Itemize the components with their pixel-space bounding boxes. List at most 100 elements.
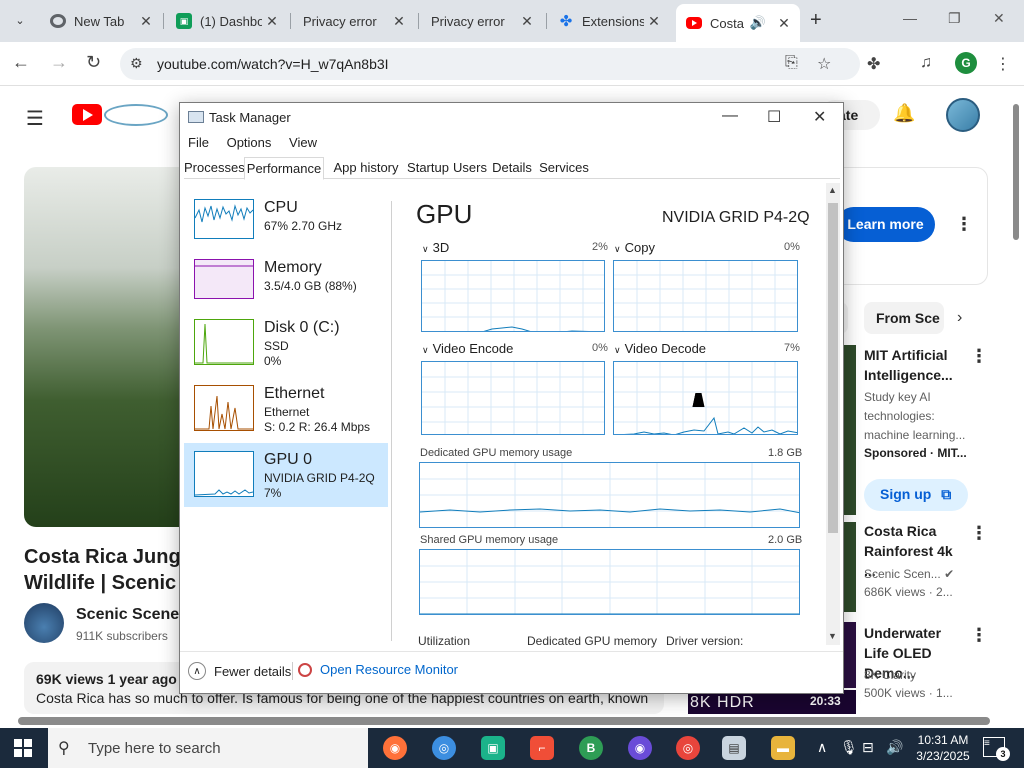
rec-title[interactable]: MIT Artificial Intelligence... — [864, 345, 968, 385]
rec-more-icon[interactable]: ⋮ — [970, 523, 988, 544]
browser-icon[interactable]: ◎ — [432, 736, 456, 760]
taskbar-search[interactable]: ⚲ Type here to search — [48, 728, 368, 768]
tab-details[interactable]: Details — [492, 157, 532, 179]
reload-icon[interactable]: ↻ — [86, 52, 101, 73]
bookmark-star-icon[interactable]: ☆ — [817, 54, 831, 74]
back-arrow-icon[interactable]: ← — [12, 52, 30, 73]
tab-extensions[interactable]: ✤ Extensions ✕ — [548, 6, 670, 36]
sidebar-item-ethernet[interactable]: Ethernet Ethernet S: 0.2 R: 26.4 Mbps — [184, 377, 388, 441]
scroll-down-icon[interactable]: ▼ — [828, 631, 837, 641]
menu-view[interactable]: View — [289, 135, 317, 150]
sign-up-button[interactable]: Sign up ⧉ — [864, 479, 968, 511]
speaker-icon[interactable]: 🔊 — [750, 15, 766, 31]
chrome-icon[interactable]: ◎ — [676, 736, 700, 760]
close-icon[interactable]: ✕ — [813, 107, 826, 127]
scroll-thumb[interactable] — [18, 717, 990, 725]
close-window-icon[interactable]: ✕ — [993, 10, 1005, 27]
engine-label-video-decode[interactable]: ∨ Video Decode — [614, 341, 706, 356]
rec-thumbnail[interactable] — [844, 345, 856, 515]
account-avatar[interactable] — [946, 98, 980, 132]
video-title: Costa Rica Jungle — [24, 546, 184, 568]
kebab-menu-icon[interactable]: ⋮ — [995, 54, 1011, 74]
file-explorer-icon[interactable]: ▬ — [771, 736, 795, 760]
install-app-icon[interactable]: ⎘ — [785, 54, 798, 72]
site-info-icon[interactable]: ⚙ — [130, 55, 143, 72]
task-manager-titlebar[interactable]: Task Manager — ☐ ✕ — [180, 103, 843, 131]
fewer-details-button[interactable]: ∧ Fewer details — [188, 662, 291, 680]
page-horizontal-scrollbar[interactable] — [0, 714, 1010, 728]
rec-thumbnail[interactable] — [844, 622, 856, 688]
close-icon[interactable]: ✕ — [644, 13, 664, 30]
chrome-beta-icon[interactable]: B — [579, 736, 603, 760]
tab-youtube-active[interactable]: Costa 🔊 ✕ — [676, 4, 800, 42]
sidebar-item-gpu[interactable]: GPU 0 NVIDIA GRID P4-2Q 7% — [184, 443, 388, 507]
tab-dashboard[interactable]: ▣ (1) Dashbo ✕ — [166, 6, 288, 36]
notification-center-icon[interactable]: ≡ 3 — [983, 737, 1010, 761]
engine-label-copy[interactable]: ∨ Copy — [614, 240, 655, 255]
panel-divider[interactable] — [391, 201, 392, 641]
learn-more-button[interactable]: Learn more — [836, 207, 935, 242]
tab-app-history[interactable]: App history — [326, 157, 406, 179]
maximize-icon[interactable]: ❐ — [948, 10, 961, 27]
scroll-up-icon[interactable]: ▲ — [828, 185, 837, 195]
system-clock[interactable]: 10:31 AM 3/23/2025 — [910, 732, 976, 764]
microphone-icon[interactable]: 🎙 — [840, 739, 858, 756]
channel-avatar[interactable] — [24, 603, 64, 643]
menu-file[interactable]: File — [188, 135, 209, 150]
youtube-logo[interactable] — [72, 104, 102, 125]
page-vertical-scrollbar[interactable] — [1011, 90, 1021, 710]
sidebar-item-cpu[interactable]: CPU 67% 2.70 GHz — [184, 191, 388, 255]
tab-new-tab[interactable]: New Tab ✕ — [40, 6, 162, 36]
minimize-icon[interactable]: — — [903, 10, 917, 26]
close-icon[interactable]: ✕ — [774, 15, 794, 32]
windows-start-icon[interactable] — [14, 739, 32, 757]
volume-icon[interactable]: 🔊 — [886, 739, 903, 756]
ad-more-icon[interactable]: ⋮ — [955, 214, 973, 235]
minimize-icon[interactable]: — — [722, 107, 738, 125]
engine-label-video-encode[interactable]: ∨ Video Encode — [422, 341, 513, 356]
scroll-thumb[interactable] — [1013, 104, 1019, 240]
network-icon[interactable]: ⊟ — [862, 739, 874, 756]
chevron-up-icon[interactable]: ∧ — [817, 739, 827, 756]
close-icon[interactable]: ✕ — [517, 13, 537, 30]
scroll-thumb[interactable] — [828, 203, 838, 533]
profile-avatar[interactable]: G — [955, 52, 977, 74]
close-icon[interactable]: ✕ — [389, 13, 409, 30]
tab-performance[interactable]: Performance — [244, 157, 324, 180]
store-app-icon[interactable]: ▣ — [481, 736, 505, 760]
rec-more-icon[interactable]: ⋮ — [970, 625, 988, 646]
chip-from-scenic[interactable]: From Sce — [864, 302, 944, 334]
open-resource-monitor-link[interactable]: Open Resource Monitor — [298, 662, 458, 677]
extensions-puzzle-icon[interactable]: ✤ — [867, 54, 880, 74]
address-bar[interactable]: ⚙ youtube.com/watch?v=H_w7qAn8b3I — [120, 48, 860, 80]
red-app-icon[interactable]: ⌐ — [530, 736, 554, 760]
video-player[interactable] — [24, 167, 184, 527]
rec-thumbnail[interactable] — [844, 522, 856, 612]
task-manager-taskbar-icon[interactable]: ▤ — [722, 736, 746, 760]
new-tab-button[interactable]: + — [810, 9, 822, 32]
tab-processes[interactable]: Processes — [184, 157, 245, 179]
tab-privacy-error-1[interactable]: Privacy error ✕ — [293, 6, 415, 36]
tab-search-button[interactable]: ⌄ — [8, 7, 32, 33]
task-manager-scrollbar[interactable]: ▲ ▼ — [826, 183, 840, 645]
firefox-dev-icon[interactable]: ◉ — [628, 736, 652, 760]
firefox-icon[interactable]: ◉ — [383, 736, 407, 760]
close-icon[interactable]: ✕ — [262, 13, 282, 30]
sidebar-item-memory[interactable]: Memory 3.5/4.0 GB (88%) — [184, 251, 388, 315]
tab-users[interactable]: Users — [452, 157, 488, 179]
tab-startup[interactable]: Startup — [406, 157, 450, 179]
tab-privacy-error-2[interactable]: Privacy error ✕ — [421, 6, 543, 36]
menu-options[interactable]: Options — [227, 135, 272, 150]
sidebar-item-disk[interactable]: Disk 0 (C:) SSD 0% — [184, 311, 388, 375]
tab-services[interactable]: Services — [536, 157, 592, 179]
rec-more-icon[interactable]: ⋮ — [970, 346, 988, 367]
channel-name[interactable]: Scenic Scenes — [76, 606, 188, 624]
media-control-icon[interactable]: ♫ — [920, 54, 932, 72]
forward-arrow-icon[interactable]: → — [50, 52, 68, 73]
close-icon[interactable]: ✕ — [136, 13, 156, 30]
chevron-right-icon[interactable]: › — [957, 309, 962, 327]
maximize-icon[interactable]: ☐ — [767, 107, 781, 127]
notifications-bell-icon[interactable]: 🔔 — [893, 103, 915, 124]
engine-label-3d[interactable]: ∨ 3D — [422, 240, 449, 255]
hamburger-menu-icon[interactable]: ☰ — [26, 106, 44, 131]
